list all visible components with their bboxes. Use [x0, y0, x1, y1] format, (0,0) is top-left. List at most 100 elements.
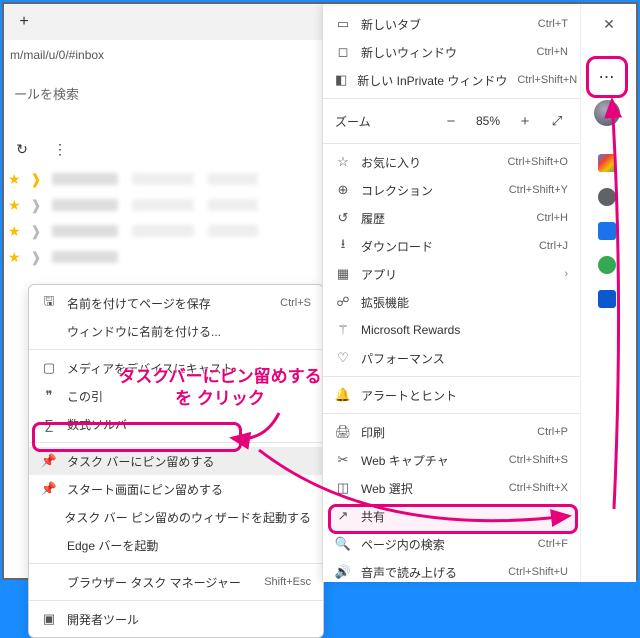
- rewards-icon: ⚚: [335, 322, 351, 338]
- label: タスク バーにピン留めする: [67, 453, 311, 470]
- apps-item[interactable]: ▦アプリ›: [323, 260, 580, 288]
- rewards-item[interactable]: ⚚Microsoft Rewards: [323, 316, 580, 344]
- sidebar-app-icon[interactable]: [598, 290, 616, 308]
- other-tools-submenu: 🖫 名前を付けてページを保存 Ctrl+S ウィンドウに名前を付ける... ▢ …: [28, 284, 324, 638]
- cast-icon: ▢: [41, 360, 57, 376]
- tab-icon: ▭: [335, 16, 351, 32]
- zoom-row: ズーム − 85% + ⤢: [323, 103, 580, 139]
- fullscreen-button[interactable]: ⤢: [546, 110, 568, 132]
- star-icon: ★: [8, 223, 22, 240]
- bell-icon: 🔔: [335, 387, 351, 403]
- favorites-item[interactable]: ☆お気に入りCtrl+Shift+O: [323, 148, 580, 176]
- zoom-out-button[interactable]: −: [440, 110, 462, 132]
- cast-button[interactable]: ▢ メディアをデバイスにキャスト: [29, 354, 323, 382]
- search-icon: 🔍: [335, 536, 351, 552]
- label: ウィンドウに名前を付ける...: [67, 323, 311, 340]
- shortcut: Ctrl+S: [280, 297, 311, 309]
- profile-avatar[interactable]: [594, 100, 620, 126]
- importance-icon: ❱: [30, 171, 44, 188]
- importance-icon: ❱: [30, 249, 44, 266]
- new-tab-item[interactable]: ▭新しいタブCtrl+T: [323, 10, 580, 38]
- zoom-value: 85%: [472, 114, 504, 128]
- zoom-in-button[interactable]: +: [514, 110, 536, 132]
- math-solver-button[interactable]: ∑ 数式ソルバー: [29, 410, 323, 438]
- sidebar-app-icon[interactable]: [598, 188, 616, 206]
- task-manager-button[interactable]: ブラウザー タスク マネージャー Shift+Esc: [29, 568, 323, 596]
- star-icon: ★: [8, 249, 22, 266]
- mail-row[interactable]: ★❱: [4, 192, 324, 218]
- devtools-icon: ▣: [41, 611, 57, 627]
- label: メディアをデバイスにキャスト: [67, 360, 311, 377]
- importance-icon: ❱: [30, 223, 44, 240]
- label: この引: [67, 388, 311, 405]
- alerts-item[interactable]: 🔔アラートとヒント: [323, 381, 580, 409]
- web-select-item[interactable]: ◫Web 選択Ctrl+Shift+X: [323, 474, 580, 502]
- performance-item[interactable]: ♡パフォーマンス: [323, 344, 580, 372]
- find-item[interactable]: 🔍ページ内の検索Ctrl+F: [323, 530, 580, 558]
- star-icon: ☆: [335, 154, 351, 170]
- dev-tools-button[interactable]: ▣ 開発者ツール: [29, 605, 323, 633]
- quote-button[interactable]: ❞ この引: [29, 382, 323, 410]
- speaker-icon: 🔊: [335, 564, 351, 580]
- pin-icon: 📌: [41, 453, 57, 469]
- mail-row[interactable]: ★❱: [4, 218, 324, 244]
- url-text: m/mail/u/0/#inbox: [10, 48, 104, 62]
- star-icon: ★: [8, 171, 22, 188]
- window-icon: ◻: [335, 44, 351, 60]
- close-button[interactable]: ✕: [590, 10, 628, 38]
- performance-icon: ♡: [335, 350, 351, 366]
- mail-list: ★❱ ★❱ ★❱ ★❱: [4, 166, 324, 270]
- zoom-label: ズーム: [335, 113, 430, 130]
- extensions-item[interactable]: ☍拡張機能: [323, 288, 580, 316]
- save-page-button[interactable]: 🖫 名前を付けてページを保存 Ctrl+S: [29, 289, 323, 317]
- collections-item[interactable]: ⊕コレクションCtrl+Shift+Y: [323, 176, 580, 204]
- read-aloud-item[interactable]: 🔊音声で読み上げるCtrl+Shift+U: [323, 558, 580, 582]
- downloads-item[interactable]: ⭳ダウンロードCtrl+J: [323, 232, 580, 260]
- label: 名前を付けてページを保存: [67, 295, 270, 312]
- name-window-button[interactable]: ウィンドウに名前を付ける...: [29, 317, 323, 345]
- label: 数式ソルバー: [67, 416, 311, 433]
- mail-row[interactable]: ★❱: [4, 166, 324, 192]
- label: 開発者ツール: [67, 611, 311, 628]
- print-item[interactable]: 🖨印刷Ctrl+P: [323, 418, 580, 446]
- apps-icon: ▦: [335, 266, 351, 282]
- sidebar-app-icon[interactable]: [598, 222, 616, 240]
- shortcut: Shift+Esc: [264, 576, 311, 588]
- save-icon: 🖫: [41, 292, 57, 314]
- importance-icon: ❱: [30, 197, 44, 214]
- capture-icon: ✂: [335, 452, 351, 468]
- extensions-icon: ☍: [335, 294, 351, 310]
- share-item[interactable]: ↗共有: [323, 502, 580, 530]
- web-capture-item[interactable]: ✂Web キャプチャCtrl+Shift+S: [323, 446, 580, 474]
- label: Edge バーを起動: [67, 537, 311, 554]
- select-icon: ◫: [335, 480, 351, 496]
- math-icon: ∑: [41, 417, 57, 432]
- more-button[interactable]: ⋮: [48, 137, 72, 161]
- pin-icon: 📌: [41, 481, 57, 497]
- quote-icon: ❞: [41, 388, 57, 404]
- pin-start-button[interactable]: 📌 スタート画面にピン留めする: [29, 475, 323, 503]
- download-icon: ⭳: [335, 235, 351, 257]
- new-window-item[interactable]: ◻新しいウィンドウCtrl+N: [323, 38, 580, 66]
- refresh-button[interactable]: ↻: [10, 137, 34, 161]
- edge-bar-button[interactable]: Edge バーを起動: [29, 531, 323, 559]
- chevron-right-icon: ›: [564, 268, 568, 280]
- pin-taskbar-button[interactable]: 📌 タスク バーにピン留めする: [29, 447, 323, 475]
- collections-icon: ⊕: [335, 182, 351, 198]
- share-icon: ↗: [335, 508, 351, 524]
- right-strip: ✕ ⋯: [580, 4, 636, 582]
- search-input[interactable]: ールを検索: [4, 76, 324, 110]
- sidebar-app-icon[interactable]: [598, 154, 616, 172]
- new-tab-button[interactable]: +: [10, 8, 38, 36]
- history-item[interactable]: ↺履歴Ctrl+H: [323, 204, 580, 232]
- history-icon: ↺: [335, 210, 351, 226]
- new-inprivate-item[interactable]: ◧新しい InPrivate ウィンドウCtrl+Shift+N: [323, 66, 580, 94]
- label: タスク バー ピン留めのウィザードを起動する: [64, 509, 311, 526]
- sidebar-app-icon[interactable]: [598, 256, 616, 274]
- address-bar[interactable]: m/mail/u/0/#inbox: [4, 40, 324, 70]
- mail-row[interactable]: ★❱: [4, 244, 324, 270]
- pin-wizard-button[interactable]: タスク バー ピン留めのウィザードを起動する: [29, 503, 323, 531]
- settings-and-more-button[interactable]: ⋯: [592, 62, 622, 92]
- star-icon: ★: [8, 197, 22, 214]
- label: ブラウザー タスク マネージャー: [67, 574, 254, 591]
